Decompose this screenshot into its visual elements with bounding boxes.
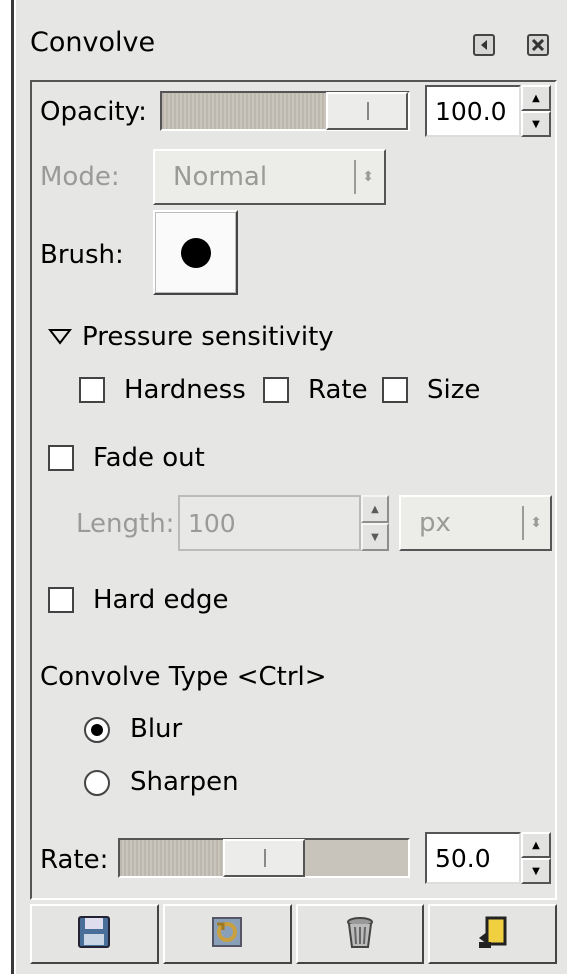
save-icon — [76, 914, 112, 954]
hard-edge-checkbox[interactable] — [48, 587, 74, 613]
size-checkbox[interactable] — [382, 377, 408, 403]
fade-out-checkbox[interactable] — [48, 445, 74, 471]
opacity-spin-up[interactable]: ▲ — [521, 85, 551, 111]
menu-arrow-icon[interactable] — [473, 34, 495, 56]
mode-combo[interactable]: Normal ⬍ — [153, 149, 386, 205]
delete-options-button[interactable] — [295, 904, 425, 964]
combo-arrows-icon: ⬍ — [530, 515, 542, 531]
rate-spin-entry[interactable]: 50.0 — [425, 832, 521, 884]
brush-preview-button[interactable] — [153, 210, 238, 295]
rate-pressure-label: Rate — [308, 375, 368, 405]
unit-combo[interactable]: px ⬍ — [399, 495, 552, 551]
sharpen-radio[interactable] — [84, 770, 110, 796]
opacity-slider[interactable] — [160, 91, 410, 131]
size-label: Size — [427, 375, 481, 405]
rate-slider[interactable] — [118, 838, 410, 878]
blur-label: Blur — [130, 714, 183, 744]
rate-spin-buttons[interactable]: ▲ ▼ — [521, 832, 551, 884]
mode-label: Mode: — [40, 162, 120, 192]
convolve-type-label: Convolve Type <Ctrl> — [40, 662, 327, 692]
length-label: Length: — [76, 509, 175, 539]
blur-radio[interactable] — [84, 717, 110, 743]
hardness-label: Hardness — [124, 375, 246, 405]
rate-checkbox[interactable] — [263, 377, 289, 403]
triangle-down-icon[interactable] — [47, 327, 73, 351]
length-spin-down[interactable]: ▼ — [361, 523, 389, 551]
combo-arrows-icon: ⬍ — [362, 169, 374, 185]
save-options-button[interactable] — [30, 904, 159, 964]
radio-selected-dot — [91, 724, 103, 736]
length-spin-buttons[interactable]: ▲ ▼ — [361, 495, 389, 551]
hardness-checkbox[interactable] — [79, 377, 105, 403]
combo-separator — [522, 506, 525, 540]
restore-icon — [209, 914, 245, 954]
rate-spin-up[interactable]: ▲ — [521, 832, 551, 858]
fade-out-label: Fade out — [93, 443, 205, 473]
sharpen-label: Sharpen — [130, 767, 239, 797]
length-spin-up[interactable]: ▲ — [361, 495, 389, 523]
pressure-sensitivity-expander[interactable]: Pressure sensitivity — [82, 322, 334, 352]
opacity-slider-handle[interactable] — [326, 92, 408, 130]
hard-edge-label: Hard edge — [93, 585, 229, 615]
rate-slider-handle[interactable] — [223, 839, 305, 877]
brush-label: Brush: — [40, 240, 124, 270]
opacity-spin-down[interactable]: ▼ — [521, 111, 551, 137]
opacity-spin-entry[interactable]: 100.0 — [425, 85, 521, 137]
reset-icon — [475, 914, 511, 954]
dock-separator[interactable] — [11, 0, 14, 974]
delete-icon — [342, 914, 378, 954]
opacity-label: Opacity: — [40, 97, 147, 127]
reset-options-button[interactable] — [428, 904, 557, 964]
dock-title: Convolve — [30, 27, 156, 58]
tool-options-button-bar — [30, 904, 557, 964]
opacity-spin-buttons[interactable]: ▲ ▼ — [521, 85, 551, 137]
restore-options-button[interactable] — [162, 904, 292, 964]
mode-value: Normal — [173, 162, 268, 192]
rate-spin-down[interactable]: ▼ — [521, 858, 551, 884]
brush-circle-icon — [180, 237, 211, 268]
combo-separator — [354, 160, 357, 194]
unit-value: px — [419, 508, 451, 538]
close-icon[interactable] — [527, 34, 549, 56]
length-spin-entry[interactable]: 100 — [178, 495, 361, 551]
rate-label: Rate: — [40, 845, 109, 875]
